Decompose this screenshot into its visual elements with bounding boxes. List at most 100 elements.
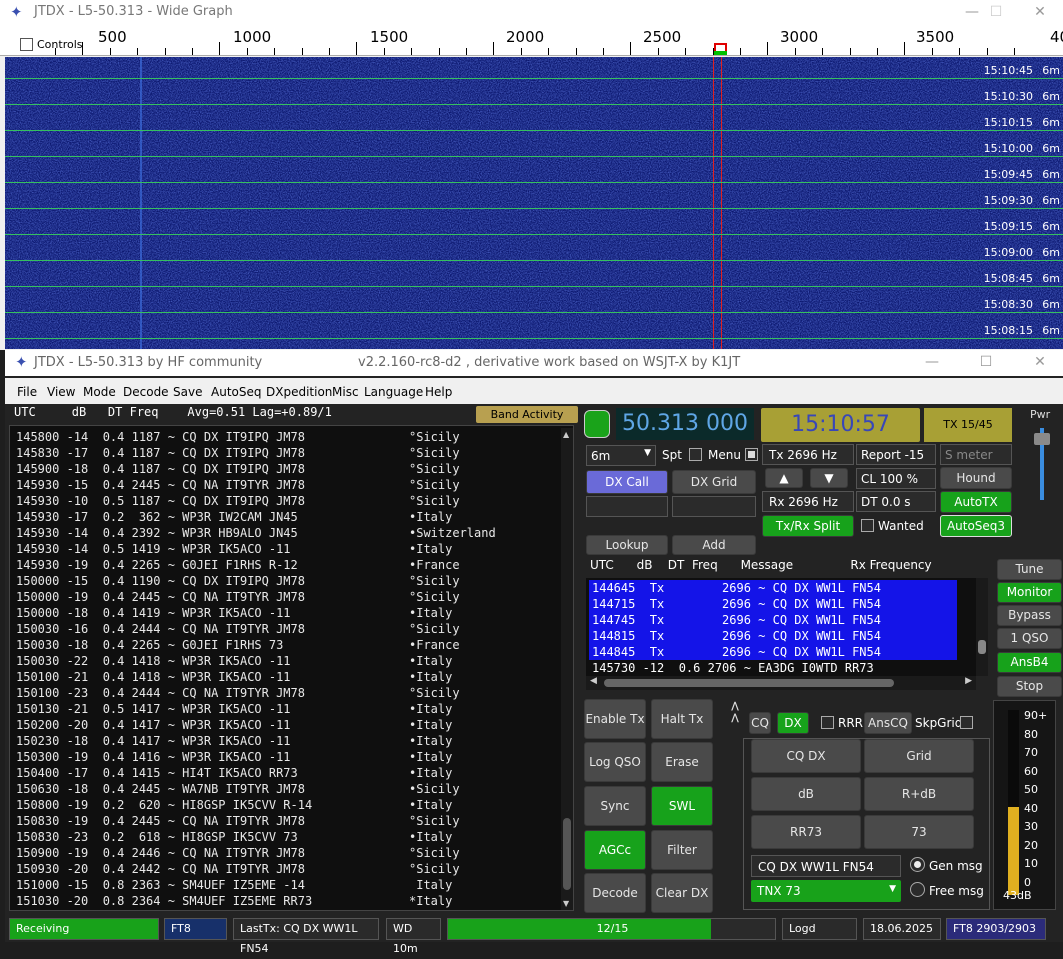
waterfall-display[interactable]	[5, 57, 1063, 349]
decode-row[interactable]: 150830 -19 0.4 2445 ~ CQ NA IT9TYR JM78 °…	[10, 813, 570, 829]
decode-row[interactable]: 150030 -18 0.4 2265 ~ G0JEI F1RHS 73 •Fra…	[10, 637, 570, 653]
scroll-right-icon[interactable]: ▶	[965, 676, 972, 686]
rx-frequency-list[interactable]: 144645 Tx 2696 ~ CQ DX WW1L FN54 144715 T…	[586, 578, 976, 676]
decode-row[interactable]: 150830 -23 0.2 618 ~ HI8GSP IK5CVV 73 •It…	[10, 829, 570, 845]
scroll-down-icon[interactable]: ▼	[563, 899, 569, 908]
decode-row[interactable]: 150400 -17 0.4 1415 ~ HI4T IK5ACO RR73 •I…	[10, 765, 570, 781]
rx-row[interactable]: 144645 Tx 2696 ~ CQ DX WW1L FN54	[592, 580, 881, 596]
anscq-button[interactable]: AnsCQ	[864, 712, 912, 734]
menu-mode[interactable]: Mode	[83, 385, 116, 399]
decode-row[interactable]: 150000 -18 0.4 1419 ~ WP3R IK5ACO -11 •It…	[10, 605, 570, 621]
rx-row[interactable]: 144845 Tx 2696 ~ CQ DX WW1L FN54	[592, 644, 881, 660]
hound-button[interactable]: Hound	[940, 467, 1012, 489]
menu-autoseq[interactable]: AutoSeq	[211, 385, 261, 399]
decode-row[interactable]: 145930 -14 0.5 1419 ~ WP3R IK5ACO -11 •It…	[10, 541, 570, 557]
tx-rx-split-button[interactable]: Tx/Rx Split	[762, 515, 854, 537]
decode-row[interactable]: 145830 -17 0.4 1187 ~ CQ DX IT9IPQ JM78 °…	[10, 445, 570, 461]
lookup-button[interactable]: Lookup	[586, 535, 668, 555]
decode-row[interactable]: 145930 -14 0.4 2392 ~ WP3R HB9ALO JN45 •S…	[10, 525, 570, 541]
rx-row[interactable]: 144715 Tx 2696 ~ CQ DX WW1L FN54	[592, 596, 881, 612]
clear-dx-button[interactable]: Clear DX	[651, 873, 713, 913]
enable-tx-button[interactable]: Enable Tx	[584, 699, 646, 739]
bypass-button[interactable]: Bypass	[997, 605, 1062, 626]
report-spinbox[interactable]: Report -15	[856, 444, 936, 465]
decode-row[interactable]: 150000 -15 0.4 1190 ~ CQ DX IT9IPQ JM78 °…	[10, 573, 570, 589]
agcc-button[interactable]: AGCc	[584, 830, 646, 870]
one-qso-button[interactable]: 1 QSO	[997, 628, 1062, 649]
tnx-select[interactable]: TNX 73 ▼	[751, 880, 901, 902]
collapse-arrows-icon[interactable]: >>	[728, 700, 744, 723]
cq-tab[interactable]: CQ	[749, 712, 771, 734]
dial-frequency[interactable]: 50.313 000	[616, 408, 754, 440]
controls-checkbox[interactable]	[20, 38, 33, 51]
maximize-icon[interactable]: ☐	[973, 0, 1019, 24]
filter-button[interactable]: Filter	[651, 830, 713, 870]
decode-row[interactable]: 150230 -18 0.4 1417 ~ WP3R IK5ACO -11 •It…	[10, 733, 570, 749]
swl-mode-button[interactable]: SWL mode	[651, 786, 713, 851]
rx-row[interactable]: 145730 -12 0.6 2706 ~ EA3DG I0WTD RR73	[592, 660, 874, 676]
sync-button[interactable]: Sync	[584, 786, 646, 826]
rx-frequency-spinbox[interactable]: Rx 2696 Hz	[762, 491, 854, 512]
grid-button[interactable]: Grid	[864, 739, 974, 773]
decode-row[interactable]: 151000 -15 0.8 2363 ~ SM4UEF IZ5EME -14 …	[10, 877, 570, 893]
73-button[interactable]: 73	[864, 815, 974, 849]
decode-row[interactable]: 150030 -16 0.4 2444 ~ CQ NA IT9TYR JM78 °…	[10, 621, 570, 637]
monitor-button[interactable]: Monitor	[997, 582, 1062, 603]
maximize-icon[interactable]: ☐	[963, 350, 1009, 374]
gen-msg-radio[interactable]	[910, 857, 925, 872]
rrr-checkbox[interactable]	[821, 716, 834, 729]
menu-dxpedition[interactable]: DXpedition	[266, 385, 332, 399]
decode-row[interactable]: 150930 -20 0.4 2442 ~ CQ NA IT9TYR JM78 °…	[10, 861, 570, 877]
dx-grid-input[interactable]	[672, 496, 756, 517]
decode-row[interactable]: 150130 -21 0.5 1417 ~ WP3R IK5ACO -11 •It…	[10, 701, 570, 717]
decode-row[interactable]: 150030 -22 0.4 1418 ~ WP3R IK5ACO -11 •It…	[10, 653, 570, 669]
band-select[interactable]: 6m ▼	[586, 445, 656, 466]
rx-row[interactable]: 144745 Tx 2696 ~ CQ DX WW1L FN54	[592, 612, 881, 628]
spt-checkbox[interactable]	[689, 448, 702, 461]
scroll-up-icon[interactable]: ▲	[563, 430, 569, 439]
erase-button[interactable]: Erase	[651, 742, 713, 782]
scroll-left-icon[interactable]: ◀	[590, 676, 597, 686]
stop-button[interactable]: Stop	[997, 676, 1062, 697]
close-icon[interactable]: ✕	[1017, 350, 1063, 374]
decode-row[interactable]: 145930 -19 0.4 2265 ~ G0JEI F1RHS R-12 •F…	[10, 557, 570, 573]
menu-file[interactable]: File	[17, 385, 37, 399]
free-msg-radio[interactable]	[910, 882, 925, 897]
up-button[interactable]: ▲	[765, 468, 803, 488]
decode-row[interactable]: 150100 -23 0.4 2444 ~ CQ NA IT9TYR JM78 °…	[10, 685, 570, 701]
minimize-icon[interactable]: —	[909, 350, 955, 374]
decode-row[interactable]: 151030 -20 0.8 2364 ~ SM4UEF IZ5EME RR73…	[10, 893, 570, 909]
tune-button[interactable]: Tune	[997, 559, 1062, 580]
autotx-button[interactable]: AutoTX	[940, 491, 1012, 513]
decode-row[interactable]: 145900 -18 0.4 1187 ~ CQ DX IT9IPQ JM78 °…	[10, 461, 570, 477]
menu-misc[interactable]: Misc	[332, 385, 359, 399]
dt-spinbox[interactable]: DT 0.0 s	[856, 491, 936, 512]
band-activity-list[interactable]: 145800 -14 0.4 1187 ~ CQ DX IT9IPQ JM78 °…	[9, 425, 574, 911]
down-button[interactable]: ▼	[810, 468, 848, 488]
menu-decode[interactable]: Decode	[123, 385, 169, 399]
decode-row[interactable]: 145930 -15 0.4 2445 ~ CQ NA IT9TYR JM78 °…	[10, 477, 570, 493]
decode-row[interactable]: 150900 -19 0.4 2446 ~ CQ NA IT9TYR JM78 °…	[10, 845, 570, 861]
rr73-button[interactable]: RR73	[751, 815, 861, 849]
decode-button[interactable]: Decode	[584, 873, 646, 913]
rx-list-hscrollbar[interactable]: ◀ ▶	[586, 676, 976, 690]
dx-tab[interactable]: DX	[777, 712, 809, 734]
decode-row[interactable]: 150800 -19 0.2 620 ~ HI8GSP IK5CVV R-14 •…	[10, 797, 570, 813]
skpgrid-checkbox[interactable]	[960, 716, 973, 729]
menu-checkbox[interactable]	[745, 448, 758, 461]
dx-call-button[interactable]: DX Call	[586, 470, 668, 494]
menu-language[interactable]: Language	[364, 385, 423, 399]
dx-call-input[interactable]	[586, 496, 668, 517]
halt-tx-button[interactable]: Halt Tx	[651, 699, 713, 739]
wanted-checkbox[interactable]	[861, 519, 874, 532]
decode-row[interactable]: 145930 -10 0.5 1187 ~ CQ DX IT9IPQ JM78 °…	[10, 493, 570, 509]
ansb4-button[interactable]: AnsB4	[997, 652, 1062, 673]
free-text-input[interactable]: CQ DX WW1L FN54	[751, 855, 901, 877]
close-icon[interactable]: ✕	[1017, 0, 1063, 24]
log-qso-button[interactable]: Log QSO	[584, 742, 646, 782]
rx-list-scrollbar[interactable]	[976, 578, 988, 676]
s-meter-field[interactable]: S meter	[940, 444, 1012, 465]
cq-dx-button[interactable]: CQ DX	[751, 739, 861, 773]
scrollbar-thumb[interactable]	[563, 818, 571, 890]
decode-row[interactable]: 150300 -19 0.4 1416 ~ WP3R IK5ACO -11 •It…	[10, 749, 570, 765]
